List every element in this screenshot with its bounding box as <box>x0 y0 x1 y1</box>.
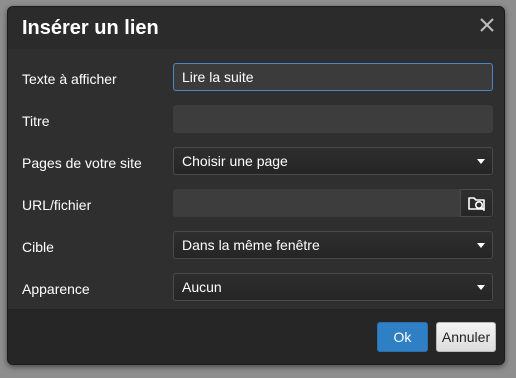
folder-search-icon <box>468 197 485 211</box>
appearance-select[interactable]: Aucun <box>173 273 493 301</box>
site-pages-selected: Choisir une page <box>182 153 288 169</box>
title-label: Titre <box>22 113 50 129</box>
target-label: Cible <box>22 239 54 255</box>
dialog-footer: Ok Annuler <box>8 309 504 364</box>
ok-button[interactable]: Ok <box>377 322 428 352</box>
site-pages-select[interactable]: Choisir une page <box>173 147 493 175</box>
dialog-titlebar: Insérer un lien <box>8 7 504 49</box>
url-label: URL/fichier <box>22 197 92 213</box>
dialog-title: Insérer un lien <box>22 17 159 39</box>
cancel-button[interactable]: Annuler <box>436 322 496 352</box>
chevron-down-icon <box>477 285 485 290</box>
display-text-value: Lire la suite <box>182 69 254 85</box>
browse-files-button[interactable] <box>460 189 493 217</box>
url-input[interactable] <box>173 189 460 217</box>
display-text-label: Texte à afficher <box>22 71 117 87</box>
dialog-body: Texte à afficher Lire la suite Titre Pag… <box>8 49 504 312</box>
display-text-input[interactable]: Lire la suite <box>173 63 493 91</box>
target-select[interactable]: Dans la même fenêtre <box>173 231 493 259</box>
appearance-label: Apparence <box>22 281 90 297</box>
insert-link-dialog: Insérer un lien Texte à afficher Lire la… <box>7 6 505 365</box>
title-input[interactable] <box>173 105 493 133</box>
target-selected: Dans la même fenêtre <box>182 237 320 253</box>
site-pages-label: Pages de votre site <box>22 155 142 171</box>
close-icon[interactable] <box>478 16 496 34</box>
appearance-selected: Aucun <box>182 279 222 295</box>
chevron-down-icon <box>477 159 485 164</box>
chevron-down-icon <box>477 243 485 248</box>
